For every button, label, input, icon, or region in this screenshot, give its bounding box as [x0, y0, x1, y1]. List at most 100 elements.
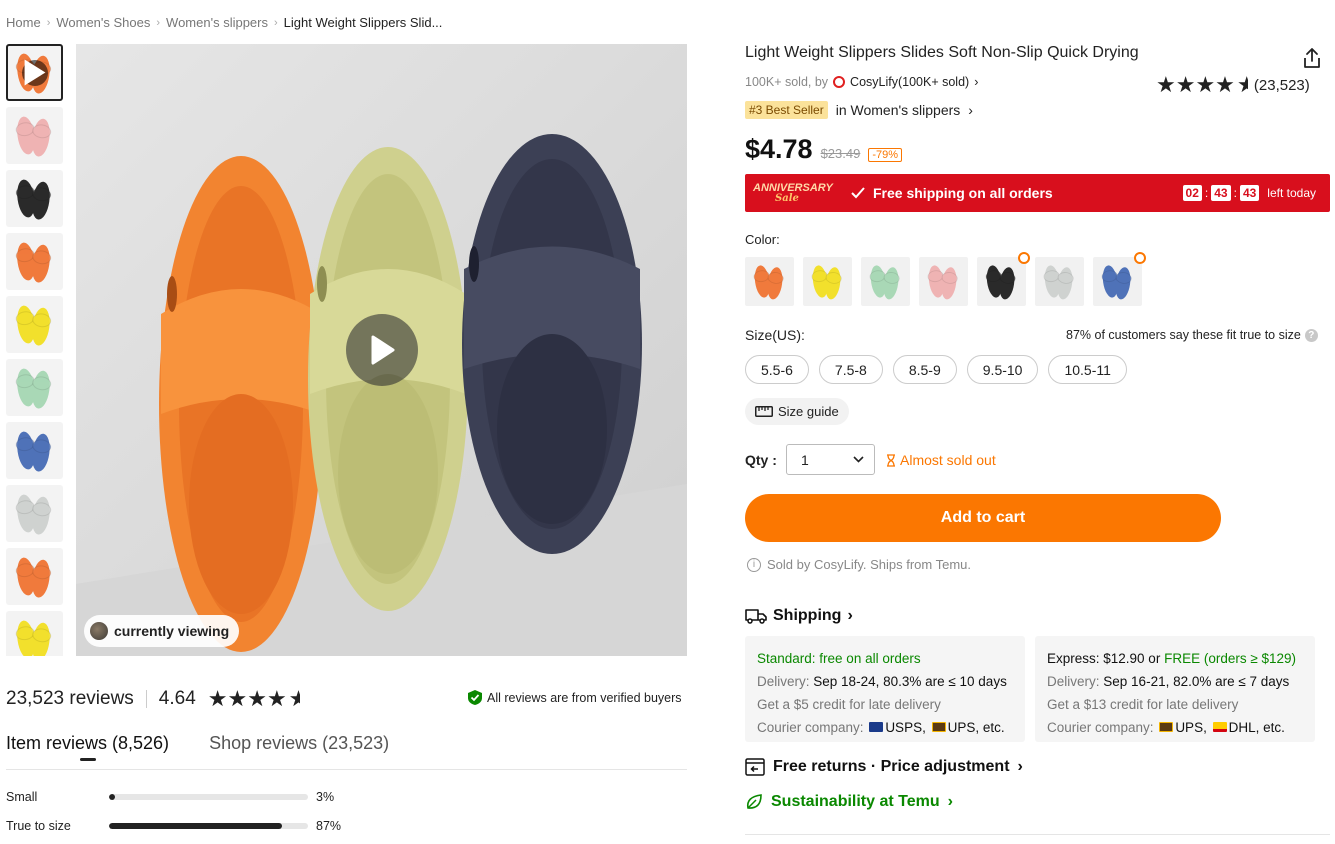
fit-row-small: Small 3% — [6, 790, 334, 804]
size-option[interactable]: 10.5-11 — [1048, 355, 1127, 384]
thumbnail[interactable] — [6, 296, 63, 353]
size-guide-label: Size guide — [778, 404, 839, 419]
breadcrumb-current: Light Weight Slippers Slid... — [283, 15, 443, 30]
chevron-right-icon: › — [156, 16, 161, 29]
express-free: FREE (orders ≥ $129) — [1164, 651, 1297, 666]
color-swatch-pink[interactable] — [919, 257, 968, 306]
product-rating[interactable]: ★★★★ ★ (23,523) — [1156, 72, 1310, 98]
courier-label: Courier company: — [757, 720, 864, 735]
chevron-right-icon: › — [968, 102, 973, 118]
ruler-icon — [755, 406, 773, 417]
free-shipping-label: Free shipping on all orders — [873, 185, 1053, 201]
size-option[interactable]: 9.5-10 — [966, 355, 1039, 384]
thumbnail[interactable] — [6, 44, 63, 101]
color-swatch-blue[interactable] — [1093, 252, 1146, 306]
main-product-image[interactable]: currently viewing — [76, 44, 687, 656]
star-rating-icon: ★★★★ ★ — [1156, 72, 1248, 97]
fit-bar — [109, 794, 308, 800]
play-icon — [21, 59, 48, 86]
slipper-swatch-image — [927, 265, 958, 300]
returns-link[interactable]: Free returns · Price adjustment › — [745, 758, 1023, 776]
thumbnail[interactable] — [6, 107, 63, 164]
quantity-select[interactable]: 1 — [786, 444, 875, 475]
ups-logo-icon — [931, 722, 946, 733]
bestseller-category: in Women's slippers — [835, 102, 961, 118]
breadcrumb-womens-shoes[interactable]: Women's Shoes — [56, 15, 150, 30]
help-icon[interactable]: ? — [1304, 328, 1318, 342]
thumbnail[interactable] — [6, 422, 63, 479]
thumbnail[interactable] — [6, 359, 63, 416]
hot-badge-icon — [1134, 252, 1146, 264]
add-to-cart-button[interactable]: Add to cart — [745, 494, 1221, 542]
avatar — [90, 622, 108, 640]
size-option[interactable]: 8.5-9 — [892, 355, 957, 384]
slipper-thumbnail-image — [15, 179, 52, 220]
color-swatches — [745, 252, 1146, 306]
bestseller-row[interactable]: #3 Best Seller in Women's slippers › — [745, 101, 973, 119]
chevron-right-icon: › — [46, 16, 51, 29]
sold-count: 100K+ sold, by — [745, 75, 829, 89]
breadcrumb-womens-slippers[interactable]: Women's slippers — [166, 15, 268, 30]
returns-label: Free returns · Price adjustment — [773, 758, 1010, 775]
fit-label: Small — [6, 790, 38, 804]
sustainability-link[interactable]: Sustainability at Temu › — [745, 793, 953, 811]
fit-row-true-to-size: True to size 87% — [6, 819, 341, 833]
anniversary-label: ANNIVERSARY — [753, 181, 833, 194]
thumbnail-strip — [6, 44, 63, 656]
store-link[interactable]: CosyLify(100K+ sold) — [850, 75, 969, 89]
play-video-button[interactable] — [346, 314, 418, 386]
fit-bar — [109, 823, 308, 829]
quantity-value: 1 — [801, 451, 809, 468]
color-label: Color: — [745, 232, 780, 247]
returns-icon — [745, 758, 765, 776]
stock-warning: Almost sold out — [886, 452, 996, 468]
hourglass-icon — [887, 453, 895, 467]
info-icon: i — [747, 557, 761, 572]
fit-label: True to size — [6, 819, 71, 833]
timer-seconds: 43 — [1239, 185, 1260, 201]
late-credit: Get a $5 credit for late delivery — [757, 697, 941, 712]
slipper-thumbnail-image — [15, 116, 52, 157]
courier-value: DHL, etc. — [1228, 720, 1285, 735]
size-option[interactable]: 7.5-8 — [818, 355, 883, 384]
size-option[interactable]: 5.5-6 — [745, 355, 809, 384]
chevron-right-icon: › — [947, 793, 953, 810]
share-button[interactable] — [1300, 46, 1324, 70]
original-price: $23.49 — [820, 146, 861, 161]
bestseller-badge: #3 Best Seller — [745, 101, 828, 119]
ups-logo-icon — [1159, 722, 1174, 733]
countdown-timer: 02: 43: 43 left today — [1182, 185, 1316, 201]
slipper-swatch-image — [1043, 265, 1074, 300]
tab-shop-reviews[interactable]: Shop reviews (23,523) — [209, 733, 389, 754]
slipper-swatch-image — [1101, 265, 1132, 300]
size-options: 5.5-6 7.5-8 8.5-9 9.5-10 10.5-11 — [745, 355, 1127, 384]
price-row: $4.78 $23.49 -79% — [745, 134, 903, 165]
thumbnail[interactable] — [6, 611, 63, 656]
delivery-value: Sep 18-24, 80.3% are ≤ 10 days — [813, 674, 1007, 689]
express-shipping-card: Express: $12.90 or FREE (orders ≥ $129) … — [1035, 636, 1315, 742]
color-swatch-orange[interactable] — [745, 257, 794, 306]
express-title: Express: $12.90 or — [1047, 651, 1161, 666]
store-logo-icon — [833, 76, 846, 88]
thumbnail[interactable] — [6, 548, 63, 605]
share-icon — [1304, 48, 1320, 68]
review-tabs: Item reviews (8,526) Shop reviews (23,52… — [6, 733, 389, 754]
color-swatch-grey[interactable] — [1035, 257, 1084, 306]
thumbnail[interactable] — [6, 233, 63, 290]
courier-value: UPS, etc. — [947, 720, 1005, 735]
thumbnail[interactable] — [6, 170, 63, 227]
shipping-heading[interactable]: Shipping › — [745, 607, 853, 625]
color-swatch-black[interactable] — [977, 252, 1030, 306]
tab-item-reviews[interactable]: Item reviews (8,526) — [6, 733, 169, 754]
divider — [145, 690, 147, 708]
current-price: $4.78 — [745, 134, 813, 164]
slipper-thumbnail-image — [15, 557, 52, 598]
color-swatch-mint[interactable] — [861, 257, 910, 306]
thumbnail[interactable] — [6, 485, 63, 542]
color-swatch-yellow[interactable] — [803, 257, 852, 306]
divider — [6, 769, 687, 770]
rating-count: (23,523) — [1253, 76, 1310, 94]
size-guide-button[interactable]: Size guide — [745, 398, 849, 425]
review-average: 4.64 — [158, 688, 196, 709]
breadcrumb-home[interactable]: Home — [6, 15, 41, 30]
